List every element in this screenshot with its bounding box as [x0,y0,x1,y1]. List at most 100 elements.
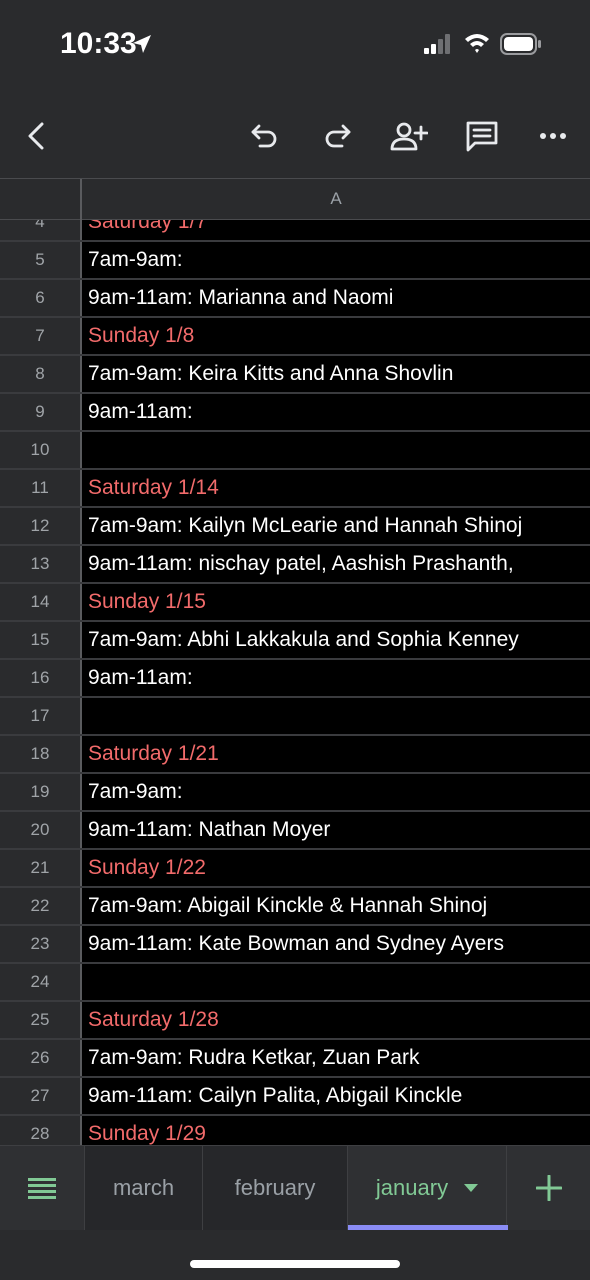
tab-february[interactable]: february [202,1146,347,1230]
schedule-cell[interactable]: 7am-9am: Kailyn McLearie and Hannah Shin… [88,508,590,544]
sheet-row: 7 Sunday 1/8 [0,318,590,356]
row-number[interactable]: 21 [0,850,82,886]
day-heading-cell[interactable]: Sunday 1/15 [88,584,590,620]
sheet-row: 26 7am-9am: Rudra Ketkar, Zuan Park [0,1040,590,1078]
more-button[interactable] [533,116,573,156]
schedule-cell[interactable] [88,432,590,468]
signal-icon [424,34,450,54]
redo-icon [325,124,351,148]
list-icon [28,1178,56,1199]
row-number[interactable]: 22 [0,888,82,924]
sheet-row: 4 Saturday 1/7 [0,220,590,242]
select-all-corner[interactable] [0,179,82,220]
sheet-row: 18 Saturday 1/21 [0,736,590,774]
day-heading-cell[interactable]: Saturday 1/21 [88,736,590,772]
sheet-grid: 4 Saturday 1/7 5 7am-9am: 6 9am-11am: Mariann… [0,220,590,1145]
row-number[interactable]: 25 [0,1002,82,1038]
home-indicator[interactable] [190,1260,400,1268]
sheet-row: 8 7am-9am: Keira Kitts and Anna Shovlin [0,356,590,394]
day-heading-cell[interactable]: Saturday 1/28 [88,1002,590,1038]
row-number[interactable]: 9 [0,394,82,430]
sheet-row: 27 9am-11am: Cailyn Palita, Abigail Kinck… [0,1078,590,1116]
share-icon [390,122,428,151]
row-number[interactable]: 26 [0,1040,82,1076]
row-number[interactable]: 11 [0,470,82,506]
sheet-row: 20 9am-11am: Nathan Moyer [0,812,590,850]
schedule-cell[interactable]: 9am-11am: Nathan Moyer [88,812,590,848]
plus-icon [535,1175,562,1201]
schedule-cell[interactable]: 7am-9am: Abigail Kinckle & Hannah Shinoj [88,888,590,924]
schedule-cell[interactable]: 9am-11am: Cailyn Palita, Abigail Kinckle [88,1078,590,1114]
schedule-cell[interactable]: 7am-9am: [88,774,590,810]
sheet-row: 16 9am-11am: [0,660,590,698]
schedule-cell[interactable]: 9am-11am: nischay patel, Aashish Prashan… [88,546,590,582]
schedule-cell[interactable]: 7am-9am: [88,242,590,278]
sheet-row: 25 Saturday 1/28 [0,1002,590,1040]
schedule-cell[interactable]: 9am-11am: [88,394,590,430]
row-number[interactable]: 8 [0,356,82,392]
row-number[interactable]: 10 [0,432,82,468]
back-icon [28,122,44,150]
row-number[interactable]: 28 [0,1116,82,1145]
column-a-header[interactable]: A [82,179,590,219]
sheet-row: 28 Sunday 1/29 [0,1116,590,1145]
row-number[interactable]: 12 [0,508,82,544]
row-number[interactable]: 20 [0,812,82,848]
sheet-row: 12 7am-9am: Kailyn McLearie and Hannah Sh… [0,508,590,546]
tab-january[interactable]: january [347,1146,508,1230]
home-area [0,1230,590,1280]
sheet-row: 21 Sunday 1/22 [0,850,590,888]
sheet-tab-bar: march february january [0,1145,590,1230]
row-number[interactable]: 23 [0,926,82,962]
add-sheet-button[interactable] [507,1146,590,1230]
row-number[interactable]: 19 [0,774,82,810]
row-number[interactable]: 17 [0,698,82,734]
redo-button[interactable] [317,116,357,156]
row-number[interactable]: 4 [0,220,82,240]
schedule-cell[interactable]: 7am-9am: Rudra Ketkar, Zuan Park [88,1040,590,1076]
sheet-rows: 4 Saturday 1/7 5 7am-9am: 6 9am-11am: Mariann… [0,220,590,1145]
status-bar: 10:33 [0,0,590,90]
row-number[interactable]: 13 [0,546,82,582]
sheet-row: 15 7am-9am: Abhi Lakkakula and Sophia Ken… [0,622,590,660]
row-number[interactable]: 27 [0,1078,82,1114]
schedule-cell[interactable] [88,698,590,734]
day-heading-cell[interactable]: Sunday 1/8 [88,318,590,354]
wifi-icon [465,34,489,53]
schedule-cell[interactable]: 9am-11am: [88,660,590,696]
day-heading-cell[interactable]: Saturday 1/14 [88,470,590,506]
schedule-cell[interactable]: 7am-9am: Keira Kitts and Anna Shovlin [88,356,590,392]
undo-button[interactable] [245,116,285,156]
day-heading-cell[interactable]: Saturday 1/7 [88,220,590,240]
sheet-row: 11 Saturday 1/14 [0,470,590,508]
comment-button[interactable] [462,116,502,156]
share-button[interactable] [389,116,429,156]
row-number[interactable]: 16 [0,660,82,696]
battery-icon [500,33,541,55]
schedule-cell[interactable] [88,964,590,1000]
more-icon [540,133,566,139]
schedule-cell[interactable]: 7am-9am: Abhi Lakkakula and Sophia Kenne… [88,622,590,658]
schedule-cell[interactable]: 9am-11am: Kate Bowman and Sydney Ayers [88,926,590,962]
sheet-row: 13 9am-11am: nischay patel, Aashish Prash… [0,546,590,584]
sheets-app: 10:33 A 4 Saturday 1/7 5 7am-9am: 6 9am-… [0,0,590,1280]
row-number[interactable]: 6 [0,280,82,316]
sheet-row: 24 [0,964,590,1002]
location-icon [133,35,151,53]
row-number[interactable]: 7 [0,318,82,354]
schedule-cell[interactable]: 9am-11am: Marianna and Naomi [88,280,590,316]
all-sheets-button[interactable] [0,1146,84,1230]
day-heading-cell[interactable]: Sunday 1/22 [88,850,590,886]
day-heading-cell[interactable]: Sunday 1/29 [88,1116,590,1145]
row-number[interactable]: 15 [0,622,82,658]
tab-march[interactable]: march [84,1146,202,1230]
column-header-row: A [0,178,590,220]
row-number[interactable]: 18 [0,736,82,772]
sheet-row: 5 7am-9am: [0,242,590,280]
row-number[interactable]: 24 [0,964,82,1000]
row-number[interactable]: 14 [0,584,82,620]
comment-icon [466,121,498,152]
back-button[interactable] [16,116,56,156]
sheet-row: 14 Sunday 1/15 [0,584,590,622]
row-number[interactable]: 5 [0,242,82,278]
